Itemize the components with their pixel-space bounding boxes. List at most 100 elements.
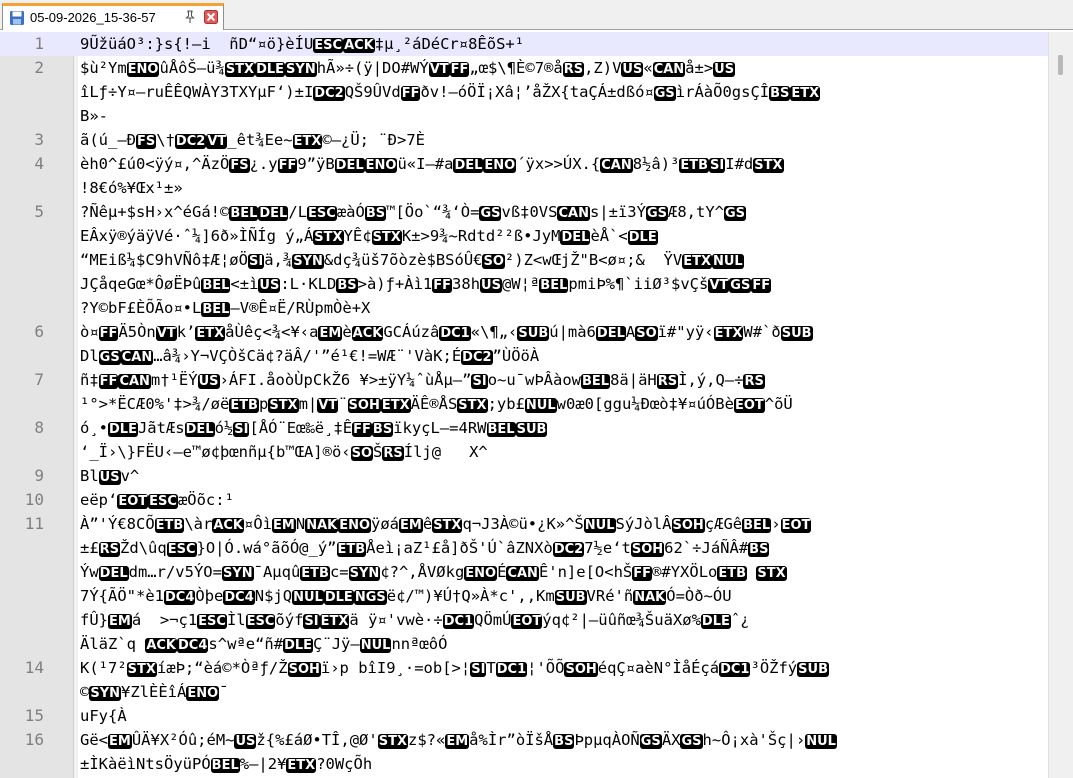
editor-line[interactable]: ¹°>*ËCÆ0%'‡>¾/øëETBpSTXm|VT¨SOH ETXÄÊ®ÅSS… — [0, 392, 1048, 416]
control-char-badge: ETX — [790, 86, 821, 101]
control-char-badge: ETX — [195, 326, 226, 341]
close-icon[interactable] — [204, 10, 218, 24]
editor-area[interactable]: 1 9ŨžüáO³:}s{!—i ñD“¤ö}èÍUESC ACK‡µ¸²áDéCr… — [0, 32, 1073, 778]
editor-line[interactable]: ±ÌKàëìNtsÖyüPÓBEL%–|2¥ETX?0WçÕh — [0, 752, 1048, 776]
control-char-badge: RS — [743, 374, 765, 389]
control-char-badge: VT — [206, 134, 228, 149]
control-char-badge: DC2 — [313, 86, 345, 101]
control-char-badge: ETX — [380, 398, 411, 413]
control-char-badge: STX — [432, 518, 463, 533]
control-char-badge: SYN — [221, 566, 254, 581]
editor-line[interactable]: 6 ò¤FFÄ5ÒnVTk’ETXåÙêç<¾<¥‹aEMèACKGCÁúzâDC… — [0, 320, 1048, 344]
editor-line[interactable]: 5 ?Ñêµ+$sH›x^éGá!©BEL DEL/LESCæàÓBS™[Öo`“¾… — [0, 200, 1048, 224]
control-char-badge: GS — [639, 734, 662, 749]
control-char-badge: ETB — [679, 158, 710, 173]
control-char-badge: STX — [313, 230, 344, 245]
control-char-badge: VT — [155, 326, 177, 341]
editor-line[interactable]: ±£RSŽd\ûqESC}O|Ó.wá°ãõÓ@_ý”ETBÅeì¡aZ¹£å]… — [0, 536, 1048, 560]
editor-line[interactable]: DlGS CAN…â¾›Y¬VÇÒšCä¢?äÂ/'”é¹€!=WÆ¨'VàK;É… — [0, 344, 1048, 368]
line-number: 10 — [24, 490, 44, 509]
control-char-badge: ETX — [286, 758, 317, 773]
editor-line[interactable]: ‘_Ï›\}FËU‹–e™ø¢þœnñµ{b™ŒA]®ö‹SOŠRSÍlj@ X… — [0, 440, 1048, 464]
vertical-scrollbar[interactable] — [1048, 32, 1073, 778]
control-char-badge: SI — [470, 662, 487, 677]
line-text: ?Ñêµ+$sH›x^éGá!©BEL DEL/LESCæàÓBS™[Öo`“¾‘… — [80, 203, 747, 221]
editor-line[interactable]: 9 BlUSv^ — [0, 464, 1048, 488]
editor-line[interactable]: ÄläZ`q ACK DC4s^wªe“ñ#DLEÇ¨Jÿ–NULnnªœôÓ — [0, 632, 1048, 656]
editor-line[interactable]: “MEiß¼$C9hVÑô‡Æ¦øÖSIä,¾SYN&dç¾üš7õòzè$BS… — [0, 248, 1048, 272]
control-char-badge: SUB — [515, 422, 548, 437]
control-char-badge: BS — [364, 206, 387, 221]
line-text: ‘_Ï›\}FËU‹–e™ø¢þœnñµ{b™ŒA]®ö‹SOŠRSÍlj@ X… — [80, 443, 488, 461]
control-char-badge: ESC — [197, 614, 227, 629]
control-char-badge: CAN — [557, 206, 590, 221]
control-char-badge: DEL — [595, 326, 626, 341]
editor-line[interactable]: 7Ý{ÃÖ"*è1DC4ÒþeDC4N$jQNUL DLE NGSë¢/™)¥Ú†Q… — [0, 584, 1048, 608]
control-char-badge: VT — [428, 62, 450, 77]
control-char-badge: EM — [272, 518, 296, 533]
editor-line[interactable]: JÇåqeGœ*ÔøËÞûBEL<±ìUS:L·KLDBS>à)ƒ+Àì1FF3… — [0, 272, 1048, 296]
pin-icon[interactable] — [183, 10, 197, 24]
editor-line[interactable]: îLƒ÷Y¤–ruÊÊQWÀY3TXYµF‘)±IDC2QŠ9ÛVdFFðv!–… — [0, 80, 1048, 104]
document-tab[interactable]: 05-09-2026_15-36-57 — [2, 3, 224, 30]
control-char-badge: SOH — [630, 542, 665, 557]
editor-line[interactable]: 2 $ù²YmENOûÅôŠ–ü¾STX DLE SYNhÃ»÷(ÿ|DO#WÝVT F… — [0, 56, 1048, 80]
line-text: ò¤FFÄ5ÒnVTk’ETXåÙêç<¾<¥‹aEMèACKGCÁúzâDC1… — [80, 323, 813, 341]
control-char-badge: BEL — [210, 758, 240, 773]
control-char-badge: DC1 — [442, 614, 475, 629]
control-char-badge: SOH — [287, 662, 321, 677]
line-number: 8 — [34, 418, 44, 437]
control-char-badge: DC1 — [719, 662, 751, 677]
editor-line[interactable]: 15 uFy{À — [0, 704, 1048, 728]
line-text: uFy{À — [80, 707, 127, 725]
control-char-badge: GS — [680, 734, 703, 749]
control-char-badge: EM — [318, 326, 343, 341]
control-char-badge: DLE — [283, 638, 314, 653]
editor-line[interactable]: 8 ó¸•DLEJãtÆsDELó½SI[ÅÓ¨Eœ‰ë¸‡ÊFF BSïkyçL—… — [0, 416, 1048, 440]
editor-line[interactable]: 11 À”'Ý€8CÕETB\àrACK¤ÔìEMNNAK ENOÿøáEMêSTX… — [0, 512, 1048, 536]
editor-line[interactable]: ?Y©bF£ÈÕÃo¤•LBEL—V®Ê¤Ë/RÙpmÒè+X — [0, 296, 1048, 320]
control-char-badge: SUB — [780, 326, 813, 341]
editor-line[interactable]: ÝwDELdm…r/v5ÝO=SYN¯AµqûETBc=SYN¢?^,ÅVØkg… — [0, 560, 1048, 584]
control-char-badge: CAN — [506, 566, 539, 581]
editor-line[interactable]: EÂxÿ®ýäÿVé·ˆ¼]6ð»ÌÑÍg ý„ÁSTXYÊ¢STXK±>9¾~… — [0, 224, 1048, 248]
control-char-badge: NUL — [359, 638, 392, 653]
control-char-badge: DLE — [700, 614, 731, 629]
control-char-badge: ETB — [717, 566, 748, 581]
line-text: “MEiß¼$C9hVÑô‡Æ¦øÖSIä,¾SYN&dç¾üš7õòzè$BS… — [80, 251, 744, 269]
editor-line[interactable]: ©SYN¥ZlÈÈîÁENO¯ — [0, 680, 1048, 704]
control-char-badge: SOH — [671, 518, 705, 533]
line-text: 7Ý{ÃÖ"*è1DC4ÒþeDC4N$jQNUL DLE NGSë¢/™)¥Ú†Q… — [80, 587, 732, 605]
control-char-badge: STX — [268, 398, 299, 413]
line-text: B»- — [80, 107, 108, 125]
control-char-badge: ETX — [319, 614, 350, 629]
control-char-badge: CAN — [118, 374, 151, 389]
editor-line[interactable]: 7 ñ‡FF CANm†¹ËÝUS›ÁFI.åoòÙpCkŽ6 ¥>±ÿY¼ˆùÅµ… — [0, 368, 1048, 392]
editor-line[interactable]: 3 ã(ú_–ÐFS\†DC2 VT_êt¾Ee~ETX©—¿Ü; ¨Ð>7È — [0, 128, 1048, 152]
line-text: ÝwDELdm…r/v5ÝO=SYN¯AµqûETBc=SYN¢?^,ÅVØkg… — [80, 563, 787, 581]
editor-line[interactable]: 16 Gë<EMÛÄ¥X²Óû;éM~USž{%£áØ•TÎ,@Ø'STXz$?«… — [0, 728, 1048, 752]
line-text: EÂxÿ®ýäÿVé·ˆ¼]6ð»ÌÑÍg ý„ÁSTXYÊ¢STXK±>9¾~… — [80, 227, 658, 245]
control-char-badge: ESC — [313, 38, 344, 53]
editor-line[interactable]: 14 K(¹7²STXíæÞ;“èá©*Òªƒ/ŽSOHï›p bîI9¸·=ob… — [0, 656, 1048, 680]
line-text: ñ‡FF CANm†¹ËÝUS›ÁFI.åoòÙpCkŽ6 ¥>±ÿY¼ˆùÅµ–… — [80, 371, 765, 389]
scrollbar-thumb[interactable] — [1058, 55, 1063, 75]
control-char-badge: ESC — [166, 542, 197, 557]
control-char-badge: DLE — [108, 422, 138, 437]
editor-line[interactable]: fÛ}EMá >¬ç1ESCÌlESCõýfSI ETXä ÿ¤'vwè·÷DC1… — [0, 608, 1048, 632]
control-char-badge: STX — [371, 230, 402, 245]
editor-line[interactable]: B»- — [0, 104, 1048, 128]
line-number: 14 — [24, 658, 44, 677]
line-number: 9 — [34, 466, 44, 485]
editor-line[interactable]: 1 9ŨžüáO³:}s{!—i ñD“¤ö}èÍUESC ACK‡µ¸²áDéCr… — [0, 32, 1048, 56]
line-text: ó¸•DLEJãtÆsDELó½SI[ÅÓ¨Eœ‰ë¸‡ÊFF BSïkyçL—=… — [80, 419, 548, 437]
control-char-badge: STX — [224, 62, 256, 77]
editor-line[interactable]: !8€ó%¥Œx¹±» — [0, 176, 1048, 200]
editor-line[interactable]: 10 eëp‘EOT ESCæÖõc:¹ — [0, 488, 1048, 512]
control-char-badge: FF — [400, 86, 421, 101]
control-char-badge: NUL — [583, 518, 616, 533]
text-content[interactable]: 1 9ŨžüáO³:}s{!—i ñD“¤ö}èÍUESC ACK‡µ¸²áDéCr… — [0, 32, 1048, 778]
control-char-badge: BEL — [201, 302, 231, 317]
editor-line[interactable]: 4 èh0^£ú0<ÿý¤,^ÄzÖFS¿.yFF9”ÿBDEL ENOü«I–#a… — [0, 152, 1048, 176]
control-char-badge: US — [480, 278, 502, 293]
